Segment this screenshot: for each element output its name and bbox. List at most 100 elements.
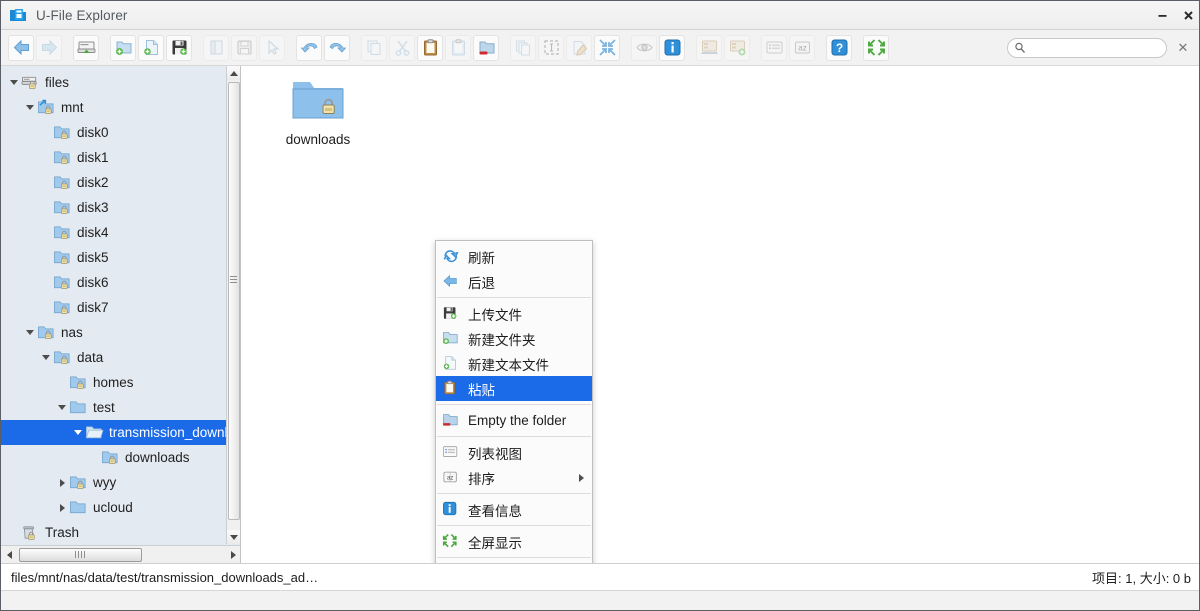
- preview-eye-button[interactable]: [631, 34, 657, 61]
- tree-item-test[interactable]: test: [1, 395, 227, 420]
- forward-button[interactable]: [36, 34, 62, 61]
- toolbar-group-view: [630, 34, 686, 61]
- scroll-right-icon[interactable]: [225, 547, 240, 563]
- sort-button[interactable]: az: [789, 34, 815, 61]
- cursor-arrow-button[interactable]: [259, 34, 285, 61]
- select-all-button[interactable]: [538, 34, 564, 61]
- list-view-button[interactable]: [761, 34, 787, 61]
- chevron-down-icon[interactable]: [23, 95, 37, 120]
- cut-button[interactable]: [389, 34, 415, 61]
- delete-folder-button[interactable]: [473, 34, 499, 61]
- menu-item-paste[interactable]: 粘贴: [436, 376, 592, 401]
- horizontal-scroll-thumb[interactable]: [19, 547, 142, 562]
- menu-item-upload-floppy[interactable]: 上传文件: [436, 301, 592, 326]
- tree-item-wyy[interactable]: wyy: [1, 470, 227, 495]
- search-input[interactable]: [1026, 40, 1156, 55]
- toolbar: az ? ✕: [1, 30, 1199, 66]
- back-button[interactable]: [8, 34, 34, 61]
- add-archive-button[interactable]: [724, 34, 750, 61]
- tree-item-disk6[interactable]: disk6: [1, 270, 227, 295]
- save-button[interactable]: [231, 34, 257, 61]
- tree-item-disk0[interactable]: disk0: [1, 120, 227, 145]
- scroll-left-icon[interactable]: [1, 547, 17, 563]
- file-item-downloads[interactable]: downloads: [270, 74, 366, 147]
- collapse-arrows-button[interactable]: [594, 34, 620, 61]
- menu-item-new-folder[interactable]: 新建文件夹: [436, 326, 592, 351]
- chevron-right-icon[interactable]: [55, 470, 69, 495]
- tree-item-disk2[interactable]: disk2: [1, 170, 227, 195]
- tree-item-trash[interactable]: Trash: [1, 520, 227, 544]
- menu-item-list-view[interactable]: 列表视图: [436, 440, 592, 465]
- tree-item-disk5[interactable]: disk5: [1, 245, 227, 270]
- toolbar-group-archive: [695, 34, 751, 61]
- chevron-down-icon[interactable]: [39, 345, 53, 370]
- folder-locked-icon: [53, 349, 73, 367]
- tree-item-label: Trash: [45, 524, 80, 540]
- open-book-button[interactable]: [203, 34, 229, 61]
- folder-locked-large-icon: [289, 74, 347, 124]
- tree-horizontal-scrollbar[interactable]: [1, 545, 240, 563]
- chevron-right-icon[interactable]: [55, 495, 69, 520]
- new-folder-button[interactable]: [110, 34, 136, 61]
- tree-vertical-scrollbar[interactable]: [226, 66, 240, 544]
- tree-item-downloads[interactable]: downloads: [1, 445, 227, 470]
- menu-item-info-blue[interactable]: 查看信息: [436, 497, 592, 522]
- tree-item-data[interactable]: data: [1, 345, 227, 370]
- scroll-down-icon[interactable]: [227, 530, 240, 544]
- info-button[interactable]: [659, 34, 685, 61]
- tree-item-label: files: [45, 74, 70, 90]
- search-box[interactable]: [1007, 37, 1167, 58]
- chevron-down-icon[interactable]: [23, 320, 37, 345]
- duplicate-button[interactable]: [510, 34, 536, 61]
- tree-item-label: nas: [61, 324, 83, 340]
- fullscreen-button[interactable]: [863, 34, 889, 61]
- window-title: U-File Explorer: [36, 7, 128, 23]
- search-clear-icon[interactable]: ✕: [1171, 40, 1195, 56]
- tree-item-nas[interactable]: nas: [1, 320, 227, 345]
- menu-item-fullscreen-arrows[interactable]: 全屏显示: [436, 529, 592, 554]
- menu-separator: [437, 297, 591, 298]
- new-file-button[interactable]: [138, 34, 164, 61]
- chevron-down-icon[interactable]: [71, 420, 85, 445]
- tree-item-ucloud[interactable]: ucloud: [1, 495, 227, 520]
- menu-item-empty-folder[interactable]: Empty the folder: [436, 408, 592, 433]
- menu-item-sort-az[interactable]: az 排序: [436, 465, 592, 490]
- tree-item-disk7[interactable]: disk7: [1, 295, 227, 320]
- close-icon[interactable]: [1175, 1, 1199, 29]
- file-list-area[interactable]: downloads: [242, 66, 1199, 563]
- scroll-up-icon[interactable]: [227, 66, 240, 80]
- menu-item-new-text-file[interactable]: 新建文本文件: [436, 351, 592, 376]
- tree-item-label: data: [77, 349, 104, 365]
- list-view-icon: [442, 444, 462, 462]
- menu-item-refresh[interactable]: 刷新: [436, 244, 592, 269]
- tree-item-disk1[interactable]: disk1: [1, 145, 227, 170]
- tree-item-transmission-downl[interactable]: transmission_downl: [1, 420, 227, 445]
- vertical-scroll-thumb[interactable]: [228, 82, 240, 520]
- folder-app-icon: [9, 6, 27, 24]
- chevron-down-icon[interactable]: [55, 395, 69, 420]
- current-path: files/mnt/nas/data/test/transmission_dow…: [11, 570, 319, 585]
- tree-item-label: homes: [93, 374, 134, 390]
- chevron-down-icon[interactable]: [7, 70, 21, 95]
- help-button[interactable]: ?: [826, 34, 852, 61]
- paste-special-button[interactable]: [445, 34, 471, 61]
- copy-button[interactable]: [361, 34, 387, 61]
- refresh-icon: [442, 248, 462, 266]
- menu-item-back-arrow[interactable]: 后退: [436, 269, 592, 294]
- tree-item-disk4[interactable]: disk4: [1, 220, 227, 245]
- minimize-button[interactable]: [1149, 1, 1175, 29]
- horizontal-scroll-track[interactable]: [17, 547, 225, 563]
- undo-button[interactable]: [296, 34, 322, 61]
- compress-button[interactable]: [696, 34, 722, 61]
- download-drive-button[interactable]: [73, 34, 99, 61]
- tree-item-files[interactable]: files: [1, 70, 227, 95]
- tree-item-disk3[interactable]: disk3: [1, 195, 227, 220]
- folder-locked-icon: [53, 149, 73, 167]
- tree-item-homes[interactable]: homes: [1, 370, 227, 395]
- upload-file-button[interactable]: [166, 34, 192, 61]
- redo-button[interactable]: [324, 34, 350, 61]
- window-controls: [1149, 1, 1199, 29]
- paste-button[interactable]: [417, 34, 443, 61]
- tree-item-mnt[interactable]: mnt: [1, 95, 227, 120]
- rename-button[interactable]: [566, 34, 592, 61]
